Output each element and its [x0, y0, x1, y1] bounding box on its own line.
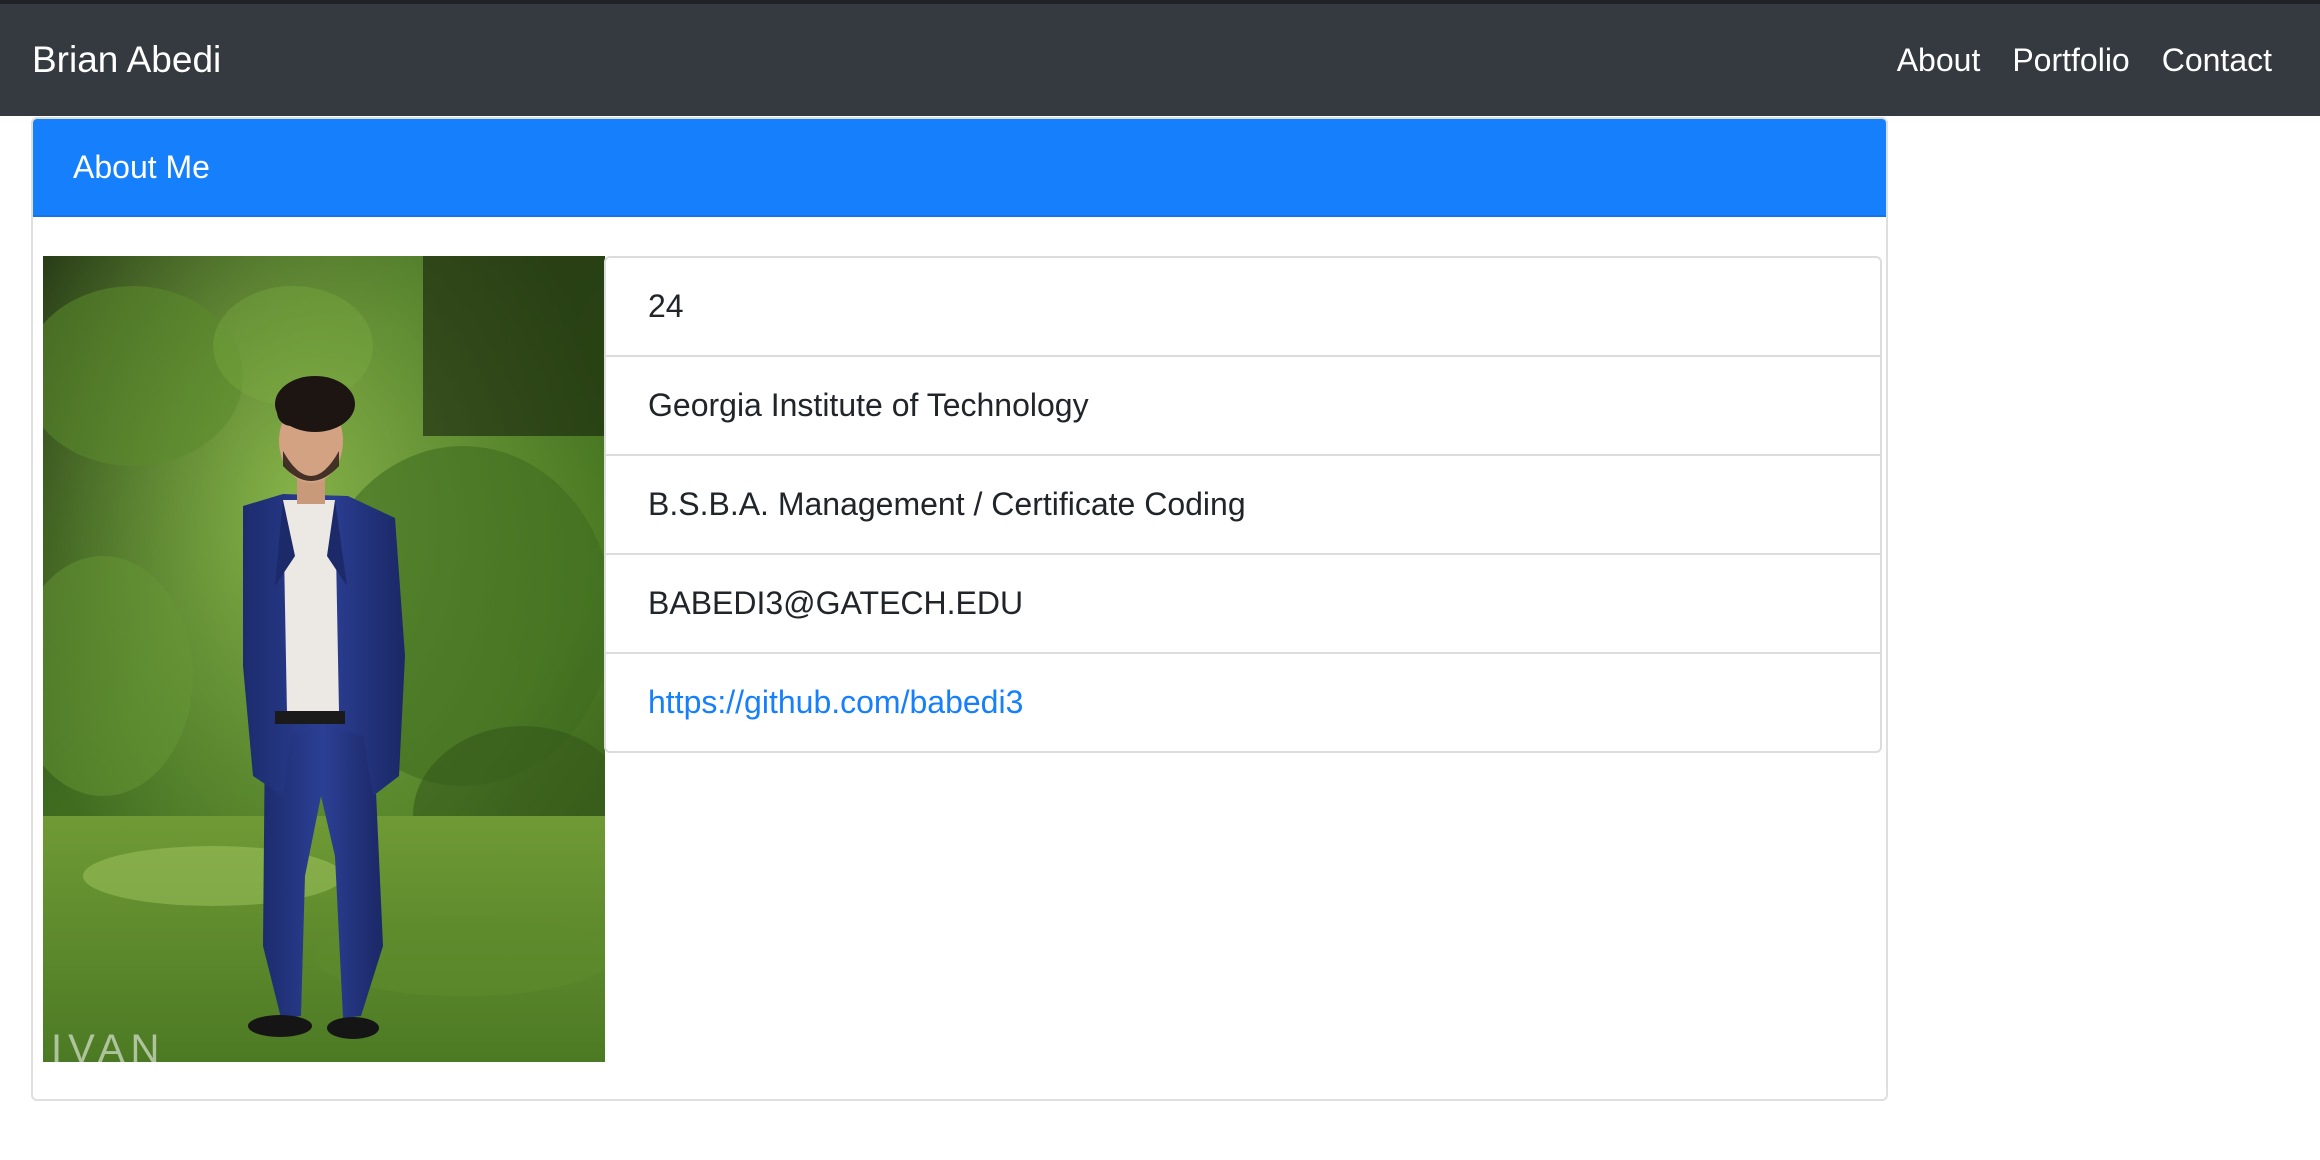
- list-item-degree: B.S.B.A. Management / Certificate Coding: [606, 456, 1880, 555]
- profile-photo-image: IVAN: [43, 256, 605, 1062]
- nav-link-portfolio[interactable]: Portfolio: [2012, 42, 2129, 79]
- list-item-github: https://github.com/babedi3: [606, 654, 1880, 751]
- top-navbar: Brian Abedi About Portfolio Contact: [0, 4, 2320, 116]
- card-title: About Me: [73, 149, 210, 185]
- about-details-list: 24 Georgia Institute of Technology B.S.B…: [604, 256, 1882, 753]
- about-me-card: About Me IVAN 24 Georgia Institute of Te…: [31, 117, 1888, 1101]
- list-item-school: Georgia Institute of Technology: [606, 357, 1880, 456]
- list-item-age: 24: [606, 258, 1880, 357]
- nav-links: About Portfolio Contact: [1865, 4, 2272, 116]
- list-item-email: BABEDI3@GATECH.EDU: [606, 555, 1880, 654]
- card-header: About Me: [33, 119, 1886, 217]
- nav-link-contact[interactable]: Contact: [2162, 42, 2272, 79]
- profile-photo: IVAN: [43, 256, 605, 1062]
- brand-link[interactable]: Brian Abedi: [32, 4, 221, 116]
- github-link[interactable]: https://github.com/babedi3: [648, 684, 1023, 720]
- photo-watermark: IVAN: [51, 1027, 165, 1062]
- nav-link-about[interactable]: About: [1897, 42, 1981, 79]
